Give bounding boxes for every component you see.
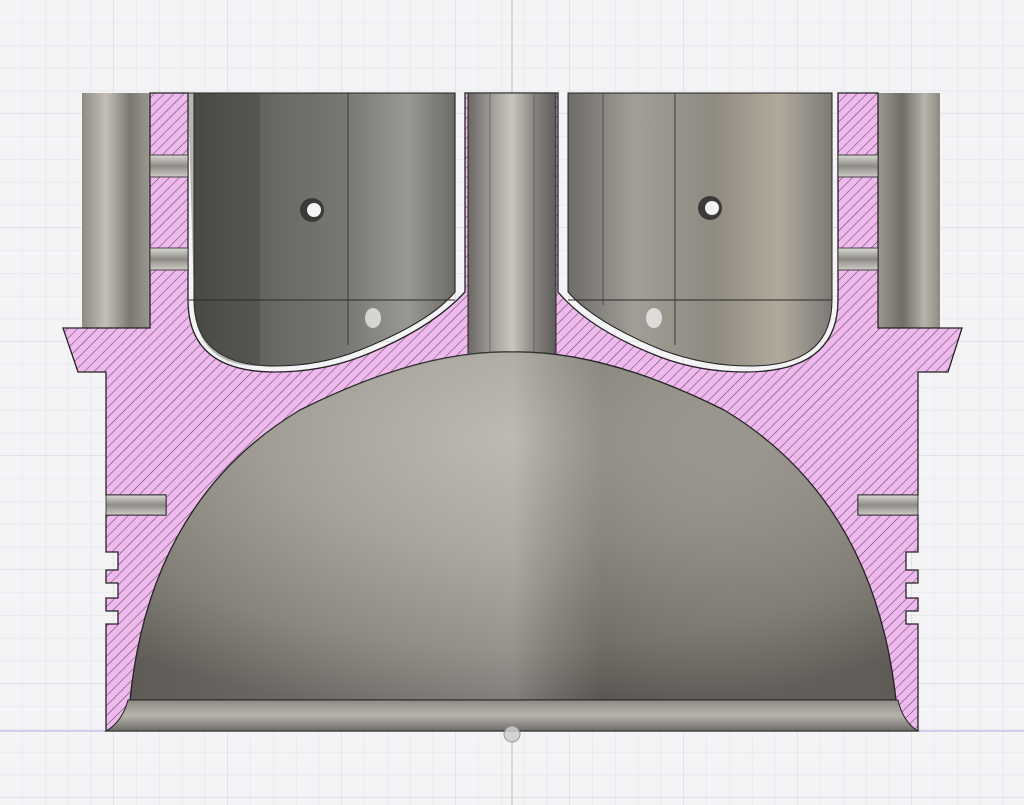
section-view-canvas[interactable] — [0, 0, 1024, 805]
outer-wall-right — [878, 93, 940, 331]
side-slot-left — [105, 494, 167, 516]
center-shaft — [467, 92, 557, 356]
ring-groove-left-1 — [149, 154, 189, 178]
valve-pocket-left-shade — [188, 93, 260, 366]
pocket-left-highlight — [365, 308, 381, 328]
cad-viewport[interactable] — [0, 0, 1024, 805]
origin-marker[interactable] — [503, 725, 521, 743]
bore-hole-right-inner — [705, 201, 719, 215]
ring-groove-left-2 — [149, 247, 189, 271]
bore-hole-left-inner — [307, 203, 321, 217]
ring-groove-right-1 — [837, 154, 879, 178]
side-slot-right — [857, 494, 919, 516]
pocket-right-highlight — [646, 308, 662, 328]
ring-groove-right-2 — [837, 247, 879, 271]
outer-wall-left — [82, 93, 150, 331]
